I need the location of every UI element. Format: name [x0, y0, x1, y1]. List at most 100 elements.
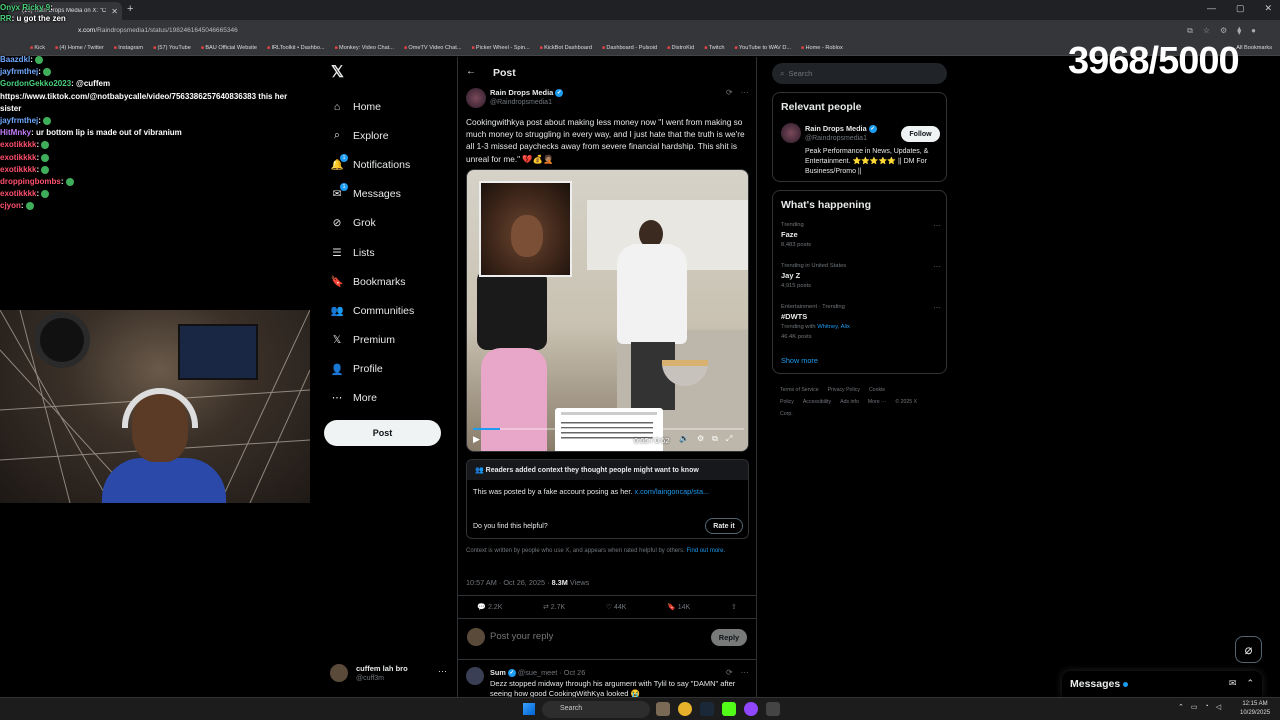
maximize-icon[interactable]: ▢ [1236, 3, 1245, 14]
settings-icon[interactable]: ⚙ [697, 434, 704, 444]
account-switcher[interactable]: cuffem lah bro @cuff3m ··· [330, 662, 450, 686]
more-icon[interactable]: ··· [438, 666, 447, 676]
reply-input[interactable] [490, 631, 690, 642]
address-bar[interactable]: x.com/Raindropsmedia1/status/19824616450… [0, 20, 1280, 42]
follow-button[interactable]: Follow [901, 126, 940, 142]
more-icon[interactable]: ··· [933, 221, 941, 230]
play-icon[interactable]: ▶ [473, 434, 480, 445]
windows-start-icon[interactable] [523, 703, 535, 715]
all-bookmarks-button[interactable]: All Bookmarks [1236, 45, 1272, 51]
more-icon[interactable]: ··· [933, 262, 941, 271]
discord-icon[interactable] [744, 702, 758, 716]
repost-action[interactable]: ⇄ 2.7K [543, 603, 565, 611]
trend-with[interactable]: Whitney, Alix [817, 324, 850, 330]
bookmark-item[interactable]: DistroKid [667, 45, 695, 51]
bookmark-item[interactable]: Home - Roblox [801, 45, 842, 51]
post-video[interactable]: ▶ 0:05 / 0:52 🔊 ⚙ ⧉ ⤢ [466, 169, 749, 452]
show-more-link[interactable]: Show more [781, 356, 818, 365]
bookmark-item[interactable]: (57) YouTube [153, 45, 191, 51]
grok-icon[interactable]: ⟳ [726, 668, 733, 677]
nav-item-notifications[interactable]: 🔔 1 Notifications [329, 150, 459, 179]
search-box[interactable]: ⌕ [772, 63, 947, 84]
nav-item-explore[interactable]: ⌕ Explore [329, 121, 459, 150]
extensions-puzzle-icon[interactable]: ⧫ [1237, 26, 1241, 36]
bookmark-item[interactable]: (4) Home / Twitter [55, 45, 103, 51]
bookmark-item[interactable]: Kick [30, 45, 45, 51]
author-name[interactable]: Rain Drops Media ✓ [490, 88, 564, 98]
volume-icon[interactable]: 🔊 [679, 434, 689, 444]
new-tab-button[interactable]: + [127, 3, 133, 15]
reply-button[interactable]: Reply [711, 629, 747, 646]
footer-link[interactable]: Ads info [840, 399, 859, 405]
author-avatar[interactable] [466, 88, 486, 108]
network-icon[interactable]: ▭ [1191, 703, 1198, 711]
bookmark-item[interactable]: Dashboard - Pulsoid [602, 45, 657, 51]
nav-item-grok[interactable]: ⊘ Grok [329, 209, 459, 238]
chevron-up-icon[interactable]: ⌃ [1178, 703, 1184, 711]
new-message-icon[interactable]: ✉ [1229, 678, 1237, 689]
relevant-person-name[interactable]: Rain Drops Media ✓ [805, 124, 877, 134]
trend-item[interactable]: Entertainment · Trending #DWTS Trending wi… [781, 303, 941, 342]
profile-icon[interactable]: ● [1251, 26, 1256, 36]
nav-item-profile[interactable]: 👤 Profile [329, 355, 459, 384]
nav-item-messages[interactable]: ✉ 1 Messages [329, 180, 459, 209]
bookmark-item[interactable]: IRLToolkit • Dashbo... [267, 45, 324, 51]
url-text[interactable]: x.com/Raindropsmedia1/status/19824616450… [78, 27, 238, 34]
footer-link[interactable]: More ··· [868, 399, 886, 405]
taskbar-app-icon[interactable] [656, 702, 670, 716]
obs-icon[interactable] [766, 702, 780, 716]
bookmark-item[interactable]: KickBot Dashboard [540, 45, 592, 51]
video-progress-bar[interactable] [473, 428, 744, 430]
chevron-up-icon[interactable]: ⌃ [1246, 678, 1254, 689]
like-action[interactable]: ♡ 44K [606, 603, 627, 611]
steam-icon[interactable] [700, 702, 714, 716]
bookmark-item[interactable]: OmeTV Video Chat... [404, 45, 461, 51]
nav-item-more[interactable]: ⋯ More [329, 384, 459, 413]
minimize-icon[interactable]: — [1207, 3, 1216, 14]
post-button[interactable]: Post [324, 420, 441, 446]
bookmark-item[interactable]: Twitch [704, 45, 725, 51]
bookmark-item[interactable]: BAU Official Website [201, 45, 257, 51]
bookmark-item[interactable]: Picker Wheel - Spin... [471, 45, 530, 51]
nav-item-bookmarks[interactable]: 🔖 Bookmarks [329, 267, 459, 296]
reply-author-avatar[interactable] [466, 667, 484, 685]
wifi-icon[interactable]: ◔ [1205, 703, 1209, 711]
community-note-link[interactable]: x.com/laingoncap/sta... [634, 487, 709, 496]
reply-action[interactable]: 💬 2.2K [477, 603, 502, 611]
close-window-icon[interactable]: ✕ [1264, 3, 1272, 14]
chrome-icon[interactable] [678, 702, 692, 716]
more-icon[interactable]: ··· [933, 303, 941, 312]
taskbar-search[interactable]: Search [542, 701, 650, 718]
bookmark-action[interactable]: 🔖 14K [667, 603, 690, 611]
x-logo-icon[interactable]: 𝕏 [331, 65, 345, 81]
install-icon[interactable]: ⧉ [1187, 26, 1193, 36]
extension-icon[interactable]: ⚙ [1220, 26, 1227, 36]
volume-icon[interactable]: ◁ [1216, 703, 1221, 711]
messages-drawer[interactable]: Messages ✉ ⌃ [1062, 671, 1262, 697]
nav-item-premium[interactable]: 𝕏 Premium [329, 326, 459, 355]
share-icon[interactable]: ⇧ [731, 603, 737, 611]
grok-icon[interactable]: ⌀ [1235, 636, 1262, 663]
find-out-more-link[interactable]: Find out more. [686, 548, 725, 554]
more-icon[interactable]: ··· [741, 668, 749, 677]
back-arrow-icon[interactable]: ← [466, 66, 476, 77]
footer-link[interactable]: Terms of Service [780, 387, 819, 393]
footer-link[interactable]: Accessibility [803, 399, 831, 405]
clock[interactable]: 12:15 AM 10/29/2025 [1240, 700, 1270, 718]
star-icon[interactable]: ☆ [1203, 26, 1210, 36]
pip-icon[interactable]: ⧉ [712, 434, 718, 444]
author-handle[interactable]: @Raindropsmedia1 [490, 99, 552, 106]
more-icon[interactable]: ··· [741, 88, 749, 97]
grok-icon[interactable]: ⟳ [726, 88, 733, 97]
nav-item-lists[interactable]: ☰ Lists [329, 238, 459, 267]
rate-it-button[interactable]: Rate it [705, 518, 743, 534]
kick-icon[interactable] [722, 702, 736, 716]
trend-item[interactable]: Trending Faze 8,483 posts ··· [781, 221, 941, 250]
nav-item-communities[interactable]: 👥 Communities [329, 296, 459, 325]
bookmark-item[interactable]: YouTube to WAV D... [734, 45, 791, 51]
avatar[interactable] [781, 123, 801, 143]
nav-item-home[interactable]: ⌂ Home [329, 92, 459, 121]
bookmark-item[interactable]: Monkey: Video Chat... [335, 45, 394, 51]
trend-item[interactable]: Trending in United States Jay Z 4,915 post… [781, 262, 941, 291]
fullscreen-icon[interactable]: ⤢ [726, 434, 732, 444]
